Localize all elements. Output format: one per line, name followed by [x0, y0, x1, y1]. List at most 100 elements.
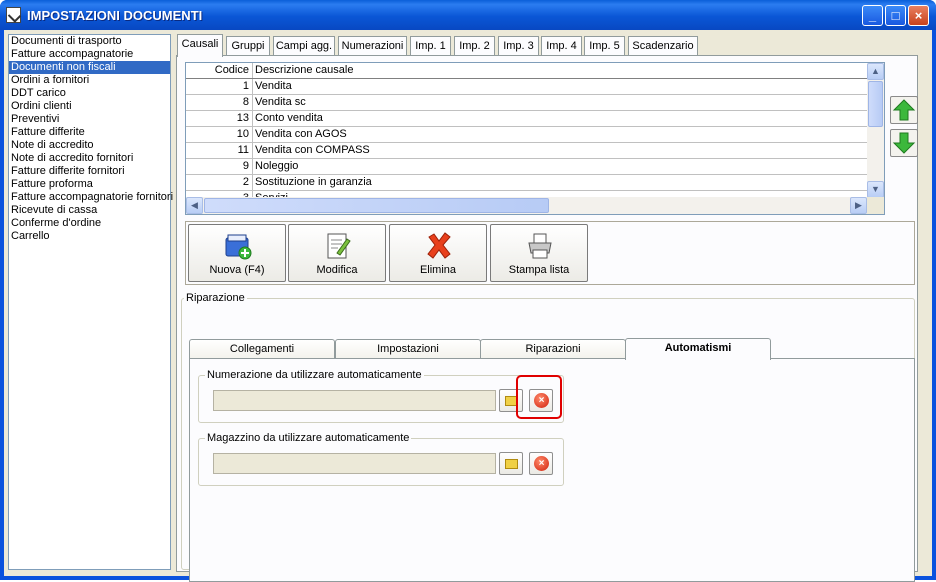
list-item[interactable]: Conferme d'ordine	[9, 217, 170, 230]
print-list-button-label: Stampa lista	[508, 264, 570, 276]
arrow-up-icon	[892, 99, 916, 121]
tab-campi-agg[interactable]: Campi agg.	[273, 36, 335, 56]
scroll-right-icon[interactable]: ▶	[850, 197, 867, 214]
cell-codice: 1	[186, 79, 253, 94]
magazzino-browse-button[interactable]	[499, 452, 523, 475]
new-button[interactable]: Nuova (F4)	[188, 224, 286, 282]
table-row[interactable]: 11 Vendita con COMPASS	[186, 143, 867, 159]
tab-scadenzario[interactable]: Scadenzario	[628, 36, 698, 56]
cell-descrizione: Vendita con AGOS	[255, 128, 347, 140]
scroll-left-icon[interactable]: ◀	[186, 197, 203, 214]
cell-codice: 13	[186, 111, 253, 126]
tab-causali[interactable]: Causali	[177, 34, 223, 57]
tab-page-causali: Codice Descrizione causale 1 Vendita 8 Ven…	[176, 55, 918, 582]
new-button-label: Nuova (F4)	[209, 264, 265, 276]
tab-imp-1[interactable]: Imp. 1	[410, 36, 451, 56]
list-item-selected[interactable]: Documenti non fiscali	[9, 61, 170, 74]
list-item[interactable]: Ordini clienti	[9, 100, 170, 113]
list-item[interactable]: Ordini a fornitori	[9, 74, 170, 87]
new-folder-icon	[225, 234, 252, 260]
folder-icon	[505, 459, 518, 469]
cell-descrizione: Noleggio	[255, 160, 299, 172]
table-row[interactable]: 1 Vendita	[186, 79, 867, 95]
list-item[interactable]: Fatture differite	[9, 126, 170, 139]
maximize-button[interactable]: □	[885, 5, 906, 26]
subtab-automatismi[interactable]: Automatismi	[625, 338, 771, 360]
minimize-icon: _	[868, 8, 877, 23]
cell-descrizione: Vendita con COMPASS	[255, 144, 370, 156]
column-header-descrizione[interactable]: Descrizione causale	[253, 63, 867, 78]
edit-button[interactable]: Modifica	[288, 224, 386, 282]
scroll-thumb[interactable]	[868, 81, 883, 127]
document-type-list[interactable]: Documenti di trasporto Fatture accompagn…	[8, 34, 173, 570]
cell-codice: 10	[186, 127, 253, 142]
move-up-button[interactable]	[890, 96, 918, 124]
delete-button[interactable]: Elimina	[389, 224, 487, 282]
cell-codice: 8	[186, 95, 253, 110]
tab-imp-3[interactable]: Imp. 3	[498, 36, 539, 56]
subtab-collegamenti[interactable]: Collegamenti	[189, 339, 335, 359]
cell-descrizione: Sostituzione in garanzia	[255, 176, 372, 188]
list-item[interactable]: Ricevute di cassa	[9, 204, 170, 217]
tab-imp-2[interactable]: Imp. 2	[454, 36, 495, 56]
scroll-up-icon[interactable]: ▲	[867, 63, 884, 80]
list-item[interactable]: Preventivi	[9, 113, 170, 126]
list-item[interactable]: Fatture proforma	[9, 178, 170, 191]
minimize-button[interactable]: _	[862, 5, 883, 26]
tab-gruppi[interactable]: Gruppi	[226, 36, 270, 56]
numerazione-group: Numerazione da utilizzare automaticament…	[198, 369, 564, 423]
subtab-impostazioni[interactable]: Impostazioni	[335, 339, 481, 359]
horizontal-scrollbar[interactable]: ◀ ▶	[186, 197, 867, 214]
causali-grid[interactable]: Codice Descrizione causale 1 Vendita 8 Ven…	[185, 62, 885, 215]
cell-codice: 11	[186, 143, 253, 158]
title-bar[interactable]: IMPOSTAZIONI DOCUMENTI _ □ ×	[0, 0, 936, 30]
delete-button-label: Elimina	[419, 264, 457, 276]
document-icon	[6, 7, 21, 23]
riparazione-group-title: Riparazione	[184, 292, 247, 304]
move-down-button[interactable]	[890, 129, 918, 157]
print-list-button[interactable]: Stampa lista	[490, 224, 588, 282]
window-title: IMPOSTAZIONI DOCUMENTI	[27, 8, 203, 23]
close-icon: ×	[914, 8, 923, 23]
delete-x-icon	[427, 232, 451, 259]
action-toolbar: Nuova (F4) Modifica Elimina Stampa lista	[185, 221, 915, 285]
cell-descrizione: Conto vendita	[255, 112, 323, 124]
numerazione-field[interactable]	[213, 390, 496, 411]
scroll-thumb[interactable]	[204, 198, 549, 213]
magazzino-label: Magazzino da utilizzare automaticamente	[205, 432, 412, 444]
arrow-down-icon	[892, 132, 916, 154]
list-item[interactable]: Note di accredito fornitori	[9, 152, 170, 165]
subtab-riparazioni[interactable]: Riparazioni	[480, 339, 626, 359]
magazzino-field[interactable]	[213, 453, 496, 474]
tab-numerazioni[interactable]: Numerazioni	[338, 36, 407, 56]
table-row[interactable]: 10 Vendita con AGOS	[186, 127, 867, 143]
column-header-codice[interactable]: Codice	[186, 63, 253, 78]
cell-descrizione: Vendita sc	[255, 96, 306, 108]
table-row[interactable]: 13 Conto vendita	[186, 111, 867, 127]
tab-imp-5[interactable]: Imp. 5	[584, 36, 625, 56]
close-button[interactable]: ×	[908, 5, 929, 26]
list-item[interactable]: Note di accredito	[9, 139, 170, 152]
list-item[interactable]: Carrello	[9, 230, 170, 243]
magazzino-group: Magazzino da utilizzare automaticamente …	[198, 432, 564, 486]
list-item[interactable]: Fatture accompagnatorie	[9, 48, 170, 61]
table-row[interactable]: 2 Sostituzione in garanzia	[186, 175, 867, 191]
list-item[interactable]: Fatture accompagnatorie fornitori	[9, 191, 173, 204]
scrollbar-corner	[867, 197, 884, 214]
list-item[interactable]: Fatture differite fornitori	[9, 165, 170, 178]
scroll-down-icon[interactable]: ▼	[867, 181, 884, 198]
tab-imp-4[interactable]: Imp. 4	[541, 36, 582, 56]
cell-descrizione: Vendita	[255, 80, 292, 92]
list-item[interactable]: Documenti di trasporto	[9, 35, 170, 48]
numerazione-label: Numerazione da utilizzare automaticament…	[205, 369, 424, 381]
printer-icon	[528, 233, 552, 259]
table-row[interactable]: 9 Noleggio	[186, 159, 867, 175]
cell-codice: 9	[186, 159, 253, 174]
grid-header: Codice Descrizione causale	[186, 63, 867, 79]
maximize-icon: □	[891, 8, 900, 23]
table-row[interactable]: 8 Vendita sc	[186, 95, 867, 111]
vertical-scrollbar[interactable]: ▲ ▼	[867, 63, 884, 198]
main-window: IMPOSTAZIONI DOCUMENTI _ □ × Documenti d…	[0, 0, 936, 582]
magazzino-clear-button[interactable]: ×	[529, 452, 553, 475]
list-item[interactable]: DDT carico	[9, 87, 170, 100]
